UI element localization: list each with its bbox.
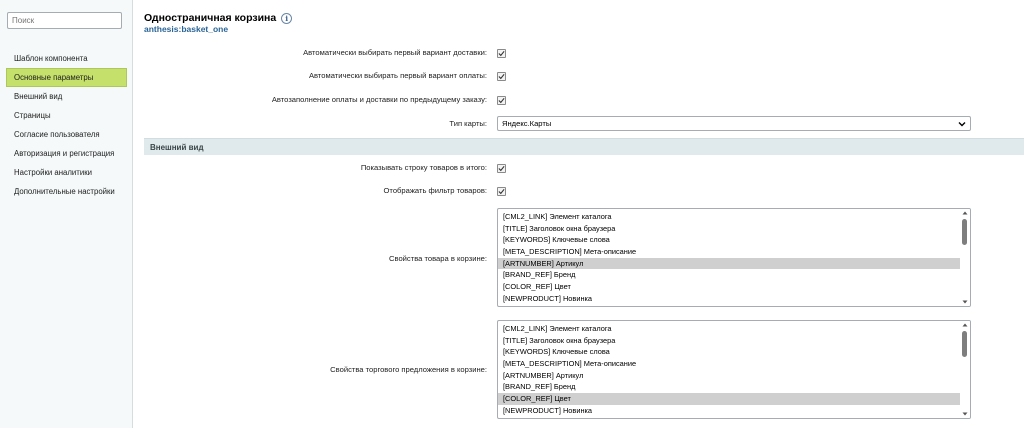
list-option[interactable]: [META_DESCRIPTION] Мета-описание xyxy=(498,246,960,258)
listbox-items: [CML2_LINK] Элемент каталога [TITLE] Заг… xyxy=(498,211,960,305)
list-option[interactable]: [KEYWORDS] Ключевые слова xyxy=(498,234,960,246)
check-icon xyxy=(498,188,505,195)
check-icon xyxy=(498,50,505,57)
sidebar-item-analytics[interactable]: Настройки аналитики xyxy=(6,163,127,182)
list-option[interactable]: [TITLE] Заголовок окна браузера xyxy=(498,335,960,347)
show-total-row-label: Показывать строку товаров в итого: xyxy=(360,163,487,172)
search-input[interactable] xyxy=(7,12,122,29)
show-filter-checkbox[interactable] xyxy=(497,187,506,196)
auto-delivery-label: Автоматически выбирать первый вариант до… xyxy=(303,48,487,57)
list-option[interactable]: [NEWPRODUCT] Новинка xyxy=(498,405,960,417)
check-icon xyxy=(498,73,505,80)
show-total-row-checkbox[interactable] xyxy=(497,164,506,173)
scrollbar[interactable] xyxy=(960,321,970,418)
sidebar-item-additional[interactable]: Дополнительные настройки xyxy=(6,182,127,201)
list-option[interactable]: [KEYWORDS] Ключевые слова xyxy=(498,346,960,358)
list-option[interactable]: [TITLE] Заголовок окна браузера xyxy=(498,223,960,235)
sidebar-nav: Шаблон компонента Основные параметры Вне… xyxy=(6,49,127,201)
sidebar-item-auth-registration[interactable]: Авторизация и регистрация xyxy=(6,144,127,163)
list-option-selected[interactable]: [ARTNUMBER] Артикул xyxy=(498,257,960,270)
offer-props-label: Свойства торгового предложения в корзине… xyxy=(330,365,487,374)
list-option-selected[interactable]: [COLOR_REF] Цвет xyxy=(498,393,960,405)
list-option[interactable]: [ARTNUMBER] Артикул xyxy=(498,370,960,382)
list-option[interactable]: [COLOR_REF] Цвет xyxy=(498,281,960,293)
check-icon xyxy=(498,165,505,172)
autofill-label: Автозаполнение оплаты и доставки по пред… xyxy=(271,95,487,104)
auto-delivery-checkbox[interactable] xyxy=(497,49,506,58)
section-header-appearance: Внешний вид xyxy=(144,138,1024,155)
sidebar-item-user-consent[interactable]: Согласие пользователя xyxy=(6,125,127,144)
list-option[interactable]: [NEWPRODUCT] Новинка xyxy=(498,293,960,305)
sidebar-item-component-template[interactable]: Шаблон компонента xyxy=(6,49,127,68)
info-icon[interactable]: i xyxy=(281,12,293,24)
scrollbar[interactable] xyxy=(960,209,970,306)
scroll-up-icon[interactable] xyxy=(962,210,968,216)
map-type-select[interactable]: Яндекс.Карты xyxy=(497,116,971,131)
offer-props-listbox[interactable]: [CML2_LINK] Элемент каталога [TITLE] Заг… xyxy=(497,320,971,419)
map-type-label: Тип карты: xyxy=(449,119,487,128)
listbox-items: [CML2_LINK] Элемент каталога [TITLE] Заг… xyxy=(498,323,960,417)
list-option[interactable]: [BRAND_REF] Бренд xyxy=(498,269,960,281)
autofill-checkbox[interactable] xyxy=(497,96,506,105)
sidebar-item-main-params[interactable]: Основные параметры xyxy=(6,68,127,87)
check-icon xyxy=(498,97,505,104)
list-option[interactable]: [BRAND_REF] Бренд xyxy=(498,381,960,393)
page-title: Одностраничная корзина xyxy=(144,12,277,24)
product-props-label: Свойства товара в корзине: xyxy=(389,254,487,263)
scroll-up-icon[interactable] xyxy=(962,322,968,328)
scroll-down-icon[interactable] xyxy=(962,299,968,305)
sidebar-item-pages[interactable]: Страницы xyxy=(6,106,127,125)
auto-payment-checkbox[interactable] xyxy=(497,72,506,81)
show-filter-label: Отображать фильтр товаров: xyxy=(383,186,487,195)
scrollbar-thumb[interactable] xyxy=(962,219,967,245)
list-option[interactable]: [META_DESCRIPTION] Мета-описание xyxy=(498,358,960,370)
sidebar-item-appearance[interactable]: Внешний вид xyxy=(6,87,127,106)
title-row: Одностраничная корзина i xyxy=(144,12,293,24)
list-option[interactable]: [CML2_LINK] Элемент каталога xyxy=(498,323,960,335)
scrollbar-thumb[interactable] xyxy=(962,331,967,357)
component-code: anthesis:basket_one xyxy=(144,24,229,34)
auto-payment-label: Автоматически выбирать первый вариант оп… xyxy=(308,71,487,80)
map-type-value: Яндекс.Карты xyxy=(502,119,552,128)
sidebar: Шаблон компонента Основные параметры Вне… xyxy=(0,0,133,428)
product-props-listbox[interactable]: [CML2_LINK] Элемент каталога [TITLE] Заг… xyxy=(497,208,971,307)
scroll-down-icon[interactable] xyxy=(962,411,968,417)
chevron-down-icon xyxy=(958,122,966,127)
main-panel: Одностраничная корзина i anthesis:basket… xyxy=(133,0,1024,428)
list-option[interactable]: [CML2_LINK] Элемент каталога xyxy=(498,211,960,223)
